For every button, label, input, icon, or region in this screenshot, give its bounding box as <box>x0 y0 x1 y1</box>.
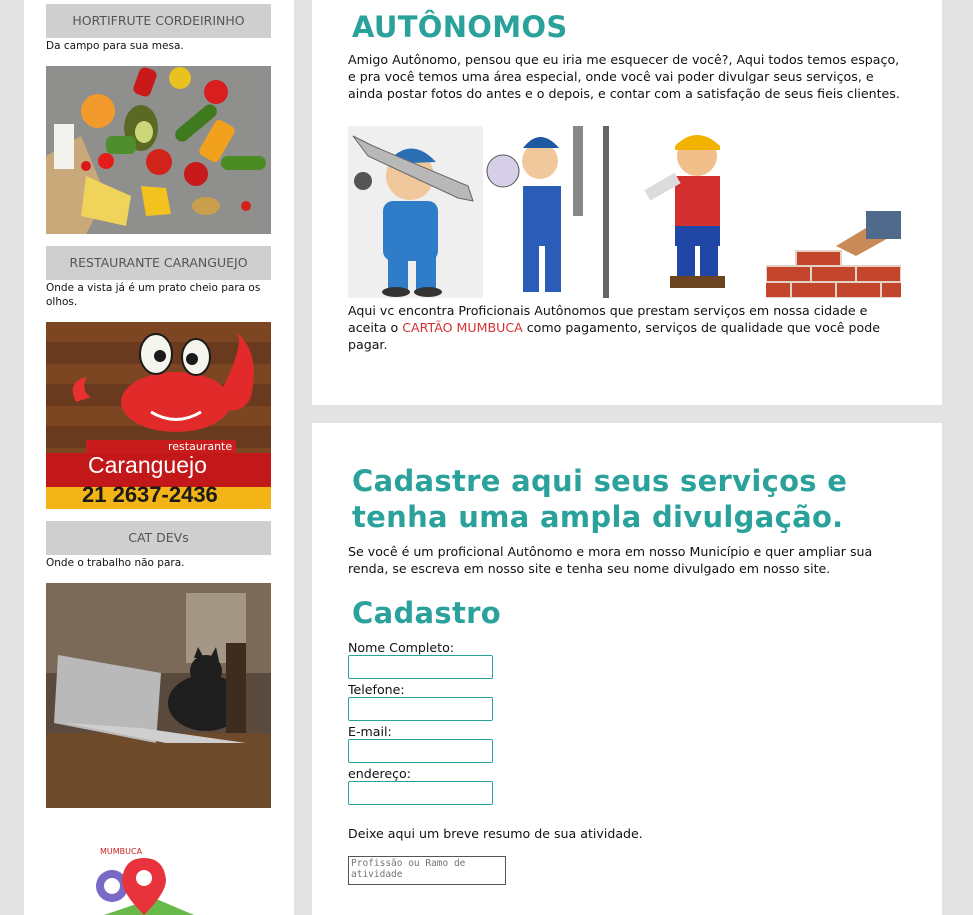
cadastro-form: Nome Completo: Telefone: E-mail: endereç… <box>348 640 908 889</box>
caranguejo-phone-text: 21 2637-2436 <box>82 482 218 507</box>
sidebar: HORTIFRUTE CORDEIRINHO Da campo para sua… <box>24 0 294 915</box>
name-label: Nome Completo: <box>348 640 455 655</box>
phone-input[interactable] <box>348 697 493 721</box>
ad-hortifrute: HORTIFRUTE CORDEIRINHO Da campo para sua… <box>46 4 271 53</box>
ad-cat-devs: CAT DEVs Onde o trabalho não para. <box>46 521 271 570</box>
cadastro-panel: Cadastre aqui seus serviços e tenha uma … <box>312 423 942 915</box>
ad-description: Onde a vista já é um prato cheio para os… <box>46 282 261 308</box>
mumbuca-go-logo[interactable]: MUMBUCA <box>94 838 194 915</box>
ad-description: Da campo para sua mesa. <box>46 40 184 52</box>
autonomos-panel: AUTÔNOMOS Amigo Autônomo, pensou que eu … <box>312 0 942 405</box>
brick-wall-image[interactable] <box>745 211 927 299</box>
email-label: E-mail: <box>348 724 392 739</box>
address-label: endereço: <box>348 766 411 781</box>
email-input[interactable] <box>348 739 493 763</box>
name-input[interactable] <box>348 655 493 679</box>
cadastre-text: Se você é um proficional Autônomo e mora… <box>348 544 873 576</box>
vegetables-image[interactable] <box>46 66 271 234</box>
ad-title: CAT DEVs <box>46 521 271 555</box>
ad-title: HORTIFRUTE CORDEIRINHO <box>46 4 271 38</box>
cadastre-heading: Cadastre aqui seus serviços e tenha uma … <box>352 464 848 534</box>
caranguejo-image[interactable]: restaurante Caranguejo 21 2637-2436 <box>46 322 271 509</box>
cadastro-form-heading: Cadastro <box>352 596 501 630</box>
ad-caranguejo: RESTAURANTE CARANGUEJO Onde a vista já é… <box>46 246 271 309</box>
autonomos-heading: AUTÔNOMOS <box>352 10 568 44</box>
address-input[interactable] <box>348 781 493 805</box>
resumo-label: Deixe aqui um breve resumo de sua ativid… <box>348 826 643 841</box>
worker-builder-image[interactable] <box>625 126 760 298</box>
logo-arc-text: MUMBUCA <box>100 847 143 856</box>
worker-wrench-image[interactable] <box>348 126 483 298</box>
ad-title: RESTAURANTE CARANGUEJO <box>46 246 271 280</box>
cartao-mumbuca-link[interactable]: CARTÃO MUMBUCA <box>402 320 522 335</box>
resumo-textarea[interactable] <box>348 856 506 885</box>
worker-electric-image[interactable] <box>485 126 623 298</box>
autonomos-intro: Amigo Autônomo, pensou que eu iria me es… <box>348 52 900 101</box>
autonomos-outro: Aqui vc encontra Proficionais Autônomos … <box>348 302 908 353</box>
phone-label: Telefone: <box>348 682 405 697</box>
caranguejo-name-text: Caranguejo <box>88 452 207 478</box>
cat-laptop-image[interactable] <box>46 583 271 808</box>
ad-description: Onde o trabalho não para. <box>46 557 185 569</box>
